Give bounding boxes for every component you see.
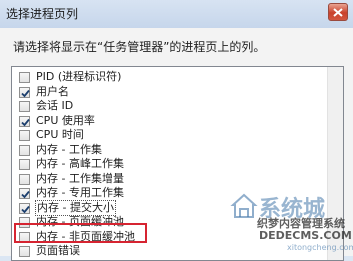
column-option-label: PID (进程标识符) (36, 70, 122, 83)
checkbox-checked[interactable] (19, 115, 30, 127)
checkbox-unchecked[interactable] (19, 72, 30, 83)
column-option-label: 内存 - 专用工作集 (36, 186, 124, 199)
instruction-text: 请选择将显示在“任务管理器”的进程页上的列。 (13, 40, 266, 54)
title-bar: 选择进程页列 (0, 0, 353, 28)
column-option[interactable]: 内存 - 工作集增量 (12, 172, 343, 186)
checkmark-icon (21, 190, 30, 199)
column-option-label: 用户名 (36, 84, 69, 98)
column-option-label: 内存 - 工作集增量 (36, 171, 124, 185)
checkbox-unchecked[interactable] (19, 173, 30, 185)
column-option-label: CPU 时间 (36, 128, 84, 141)
column-option-label: 内存 - 高峰工作集 (36, 157, 124, 170)
watermark-url: DEDECMS.COM (259, 229, 352, 242)
column-option-label: 会话 ID (36, 99, 74, 112)
watermark: 系统城 织梦内容管理系统 DEDECMS.COM xitongcheng.com (229, 191, 353, 253)
window-title: 选择进程页列 (6, 7, 79, 21)
column-option[interactable]: 内存 - 工作集 (12, 143, 343, 157)
checkbox-unchecked[interactable] (19, 159, 30, 170)
checkbox-checked[interactable] (19, 202, 30, 214)
highlight-box (14, 223, 147, 243)
column-option[interactable]: CPU 时间 (12, 128, 343, 142)
column-option-label: CPU 使用率 (36, 113, 95, 127)
column-option[interactable]: 用户名 (12, 85, 343, 99)
column-option-label: 内存 - 工作集 (36, 142, 102, 156)
column-option[interactable]: CPU 使用率 (12, 114, 343, 128)
column-option[interactable]: PID (进程标识符) (12, 70, 343, 84)
site-logo-icon (230, 193, 258, 218)
checkbox-unchecked[interactable] (19, 101, 30, 112)
checkbox-unchecked[interactable] (19, 144, 30, 156)
column-option[interactable]: 内存 - 高峰工作集 (12, 157, 343, 171)
close-icon (333, 7, 343, 17)
close-button[interactable] (328, 3, 348, 21)
column-option[interactable]: 会话 ID (12, 99, 343, 113)
checkbox-unchecked[interactable] (19, 246, 30, 257)
checkbox-checked[interactable] (19, 188, 30, 199)
checkmark-icon (21, 89, 30, 97)
checkbox-checked[interactable] (19, 86, 30, 98)
checkbox-unchecked[interactable] (19, 130, 30, 141)
column-option-label: 内存 - 提交大小 (35, 199, 116, 216)
checkmark-icon (21, 118, 30, 126)
watermark-url-secondary: xitongcheng.com (287, 243, 353, 252)
checkmark-icon (21, 205, 30, 213)
